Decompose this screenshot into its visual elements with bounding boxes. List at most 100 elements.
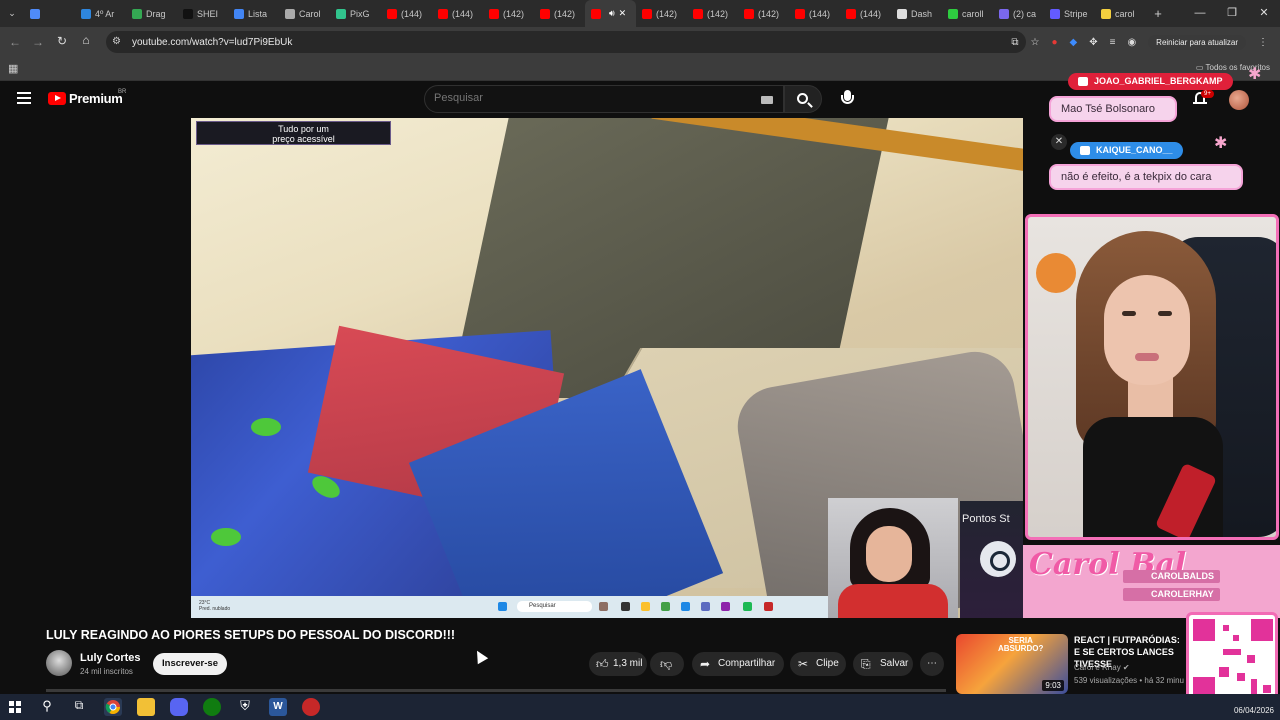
back-icon[interactable]: ← (3, 35, 27, 49)
extensions-icon[interactable]: ✥ (1089, 37, 1097, 48)
browser-tab[interactable]: 🔊︎ ✕ (585, 0, 636, 27)
new-tab-button[interactable]: + (1146, 6, 1170, 21)
reload-icon[interactable]: ↻ (50, 34, 74, 48)
dislike-button[interactable]: 👎︎ (650, 652, 684, 676)
browser-tab[interactable]: Lista (228, 0, 279, 27)
windows-taskbar: ⚲ ⧉ ⛨ W 06/04/2026 (0, 694, 1280, 720)
browser-tab-strip: ⌄ 4º Ar Drag SHEI Lista Carol PixG (144) (144) (… (0, 0, 1280, 27)
xbox-icon[interactable] (203, 698, 221, 716)
share-button[interactable]: ➦ Compartilhar (692, 652, 784, 676)
minimize-icon[interactable]: — (1184, 0, 1216, 27)
extension-red-icon[interactable]: ● (1051, 37, 1057, 48)
browser-menu-icon[interactable]: ⋮ (1258, 37, 1268, 48)
browser-tab[interactable]: carol (1095, 0, 1146, 27)
file-explorer-icon[interactable] (137, 698, 155, 716)
browser-tab[interactable]: (142) (483, 0, 534, 27)
menu-hamburger-icon[interactable] (17, 92, 31, 104)
browser-tab[interactable]: (2) ca (993, 0, 1044, 27)
qr-module (1263, 685, 1271, 693)
browser-tab[interactable]: SHEI (177, 0, 228, 27)
account-avatar[interactable] (1229, 90, 1249, 110)
keyboard-icon[interactable] (761, 96, 773, 104)
screen: ⌄ 4º Ar Drag SHEI Lista Carol PixG (144) (144) (… (0, 0, 1280, 720)
related-views: 539 visualizações • há 32 minu (1074, 676, 1184, 685)
search-input[interactable] (434, 92, 754, 104)
extension-blue-icon[interactable]: ◆ (1070, 37, 1078, 48)
save-button[interactable]: ⎘ Salvar (853, 652, 913, 676)
tab-favicon-icon (336, 8, 346, 19)
maximize-icon[interactable]: ❐ (1216, 0, 1248, 27)
scroll-progress-bar (46, 689, 946, 692)
apps-grid-icon[interactable]: ▦ (8, 62, 18, 75)
browser-tab[interactable]: (144) (840, 0, 891, 27)
voice-search-mic-icon[interactable] (836, 87, 860, 111)
browser-tab[interactable]: PixG (330, 0, 381, 27)
video-player[interactable]: Tudo por um preço acessível 23°C Pred. n… (191, 118, 1023, 618)
chrome-icon[interactable] (104, 698, 122, 716)
qr-module (1193, 619, 1215, 641)
restart-update-button[interactable]: Reiniciar para atualizar (1148, 34, 1246, 50)
tab-favicon-icon (999, 8, 1009, 19)
browser-tab[interactable]: Drag (126, 0, 177, 27)
tab-favicon-icon (693, 8, 703, 19)
word-icon[interactable]: W (269, 698, 287, 716)
install-icon[interactable]: ⧉ (1011, 37, 1018, 48)
browser-tab[interactable]: (142) (534, 0, 585, 27)
search-button[interactable] (784, 85, 822, 113)
subscribe-button[interactable]: Inscrever-se (153, 653, 227, 675)
inner-app-icon (599, 602, 608, 611)
omnibox[interactable]: ⚙ youtube.com/watch?v=lud7Pi9EbUk (106, 31, 1026, 53)
browser-tab[interactable]: Carol (279, 0, 330, 27)
more-actions-button[interactable]: ⋯ (920, 652, 944, 676)
reading-list-icon[interactable]: ≡ (1110, 37, 1116, 48)
tab-search-icon[interactable]: ⌄ (0, 0, 24, 27)
related-video-thumbnail[interactable]: SERIA ABSURDO? 9:03 (956, 634, 1068, 694)
browser-tab[interactable]: caroll (942, 0, 993, 27)
browser-tab[interactable] (24, 0, 75, 27)
inner-app-icon (621, 602, 630, 611)
related-channel[interactable]: Carol e Rhay ✔ (1074, 663, 1130, 672)
security-shield-icon[interactable]: ⛨ (236, 698, 254, 716)
start-windows-icon[interactable] (6, 698, 24, 716)
tab-favicon-icon (285, 8, 295, 19)
sparkle-icon: ✱ (1248, 66, 1262, 83)
browser-tab[interactable]: (144) (381, 0, 432, 27)
close-chat-icon[interactable]: ✕ (1051, 134, 1067, 150)
tab-label: Dash (911, 8, 933, 19)
qr-module (1251, 679, 1257, 695)
obs-icon[interactable] (302, 698, 320, 716)
browser-tab[interactable]: (144) (789, 0, 840, 27)
home-icon[interactable]: ⌂ (74, 33, 98, 47)
profile-icon[interactable]: ◉ (1127, 37, 1136, 48)
tab-audio-icon[interactable]: 🔊︎ (609, 8, 615, 19)
discord-icon[interactable] (170, 698, 188, 716)
youtube-logo-icon[interactable] (48, 92, 66, 105)
browser-tab[interactable]: (142) (687, 0, 738, 27)
like-button[interactable]: 👍︎ 1,3 mil (589, 652, 647, 676)
tab-favicon-icon (234, 8, 244, 19)
subscriber-count: 24 mil inscritos (80, 667, 133, 676)
inner-windows-icon (498, 602, 507, 611)
url-text[interactable]: youtube.com/watch?v=lud7Pi9EbUk (132, 37, 292, 48)
browser-tab[interactable]: (142) (636, 0, 687, 27)
like-count: 1,3 mil (613, 658, 643, 669)
task-view-icon[interactable]: ⧉ (70, 698, 88, 716)
browser-tab[interactable]: (142) (738, 0, 789, 27)
tab-label: Carol (299, 8, 321, 19)
browser-tab[interactable]: Stripe (1044, 0, 1095, 27)
site-info-icon[interactable]: ⚙ (112, 36, 124, 48)
browser-tab[interactable]: 4º Ar (75, 0, 126, 27)
youtube-premium-wordmark[interactable]: Premium (69, 91, 123, 106)
browser-tab[interactable]: (144) (432, 0, 483, 27)
bookmark-star-icon[interactable]: ☆ (1030, 37, 1039, 48)
sparkle-icon: ✱ (1214, 135, 1228, 152)
browser-tab[interactable]: Dash (891, 0, 942, 27)
forward-icon[interactable]: → (26, 35, 50, 49)
tab-favicon-icon (183, 8, 193, 19)
channel-avatar[interactable] (46, 650, 72, 676)
tab-close-icon[interactable]: ✕ (619, 8, 627, 19)
channel-name[interactable]: Luly Cortes (80, 652, 141, 664)
clip-button[interactable]: ✂ Clipe (790, 652, 846, 676)
search-icon[interactable]: ⚲ (38, 698, 56, 716)
close-icon[interactable]: ✕ (1248, 0, 1280, 27)
